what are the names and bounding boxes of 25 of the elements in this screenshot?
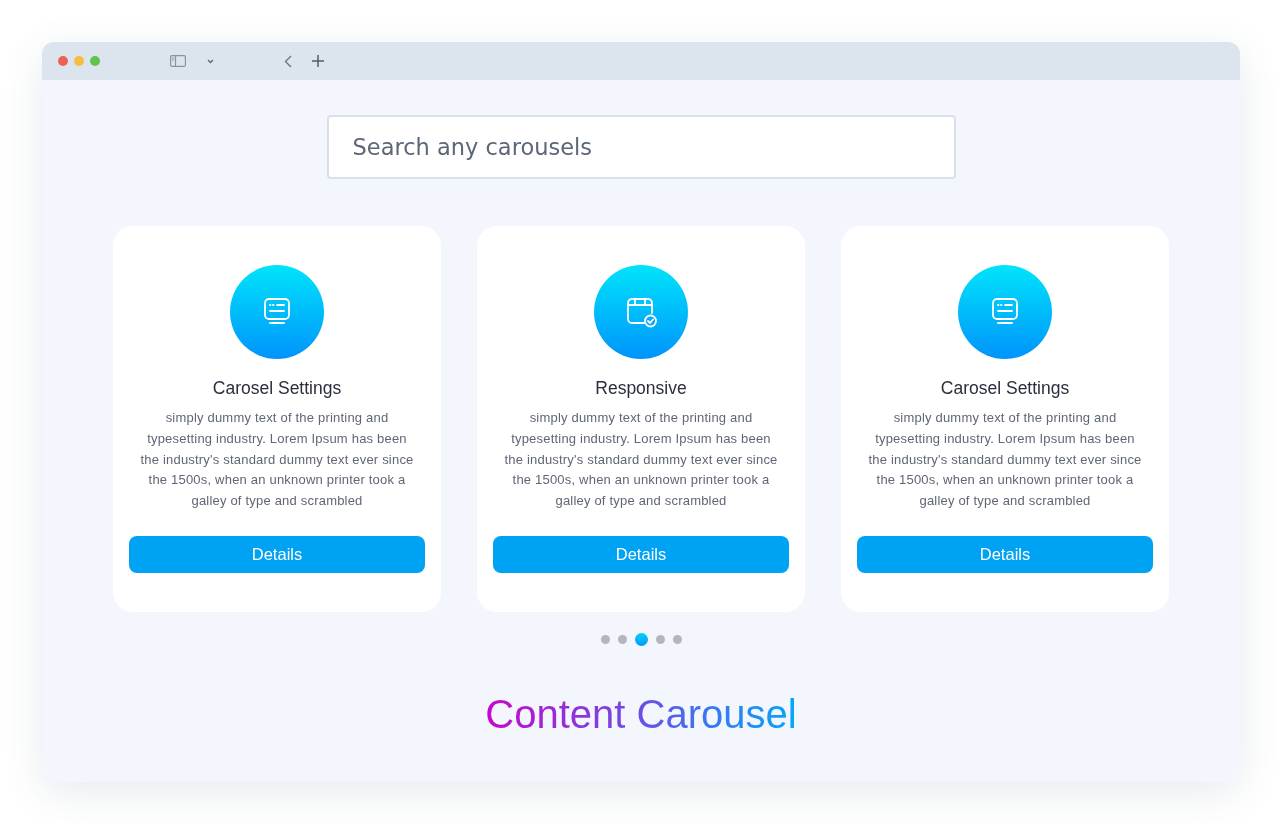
chevron-down-icon[interactable]	[207, 58, 214, 64]
pagination-dot-icon[interactable]	[634, 632, 648, 646]
card-description: simply dummy text of the printing and typesetting industry. Lorem Ipsum has been the industry's standard dummy text ever since the 1500s, when an unknown printer took a galley of type and scrambled	[867, 409, 1143, 511]
details-button[interactable]: Details	[129, 536, 425, 573]
maximize-icon[interactable]	[90, 56, 100, 66]
pagination-dot-icon[interactable]	[600, 634, 610, 644]
card-description: simply dummy text of the printing and typesetting industry. Lorem Ipsum has been the industry's standard dummy text ever since the 1500s, when an unknown printer took a galley of type and scrambled	[139, 409, 415, 511]
details-button[interactable]: Details	[493, 536, 789, 573]
pagination-dot-icon[interactable]	[655, 634, 665, 644]
close-icon[interactable]	[58, 56, 68, 66]
pagination-dot-icon[interactable]	[672, 634, 682, 644]
calendar-check-icon	[594, 265, 688, 359]
monitor-icon	[958, 265, 1052, 359]
card-title: Carosel Settings	[940, 377, 1070, 399]
card-description: simply dummy text of the printing and typesetting industry. Lorem Ipsum has been the industry's standard dummy text ever since the 1500s, when an unknown printer took a galley of type and scrambled	[503, 409, 779, 511]
plus-icon[interactable]	[312, 55, 324, 67]
minimize-icon[interactable]	[74, 56, 84, 66]
back-icon[interactable]	[284, 54, 292, 68]
search-field[interactable]: Search any carousels	[326, 115, 956, 179]
monitor-icon	[230, 265, 324, 359]
card-title: Responsive	[595, 377, 687, 399]
details-button[interactable]: Details	[857, 536, 1153, 573]
card-title: Carosel Settings	[212, 377, 342, 399]
pagination-dot-icon[interactable]	[617, 634, 627, 644]
sidebar-icon[interactable]	[170, 55, 186, 67]
